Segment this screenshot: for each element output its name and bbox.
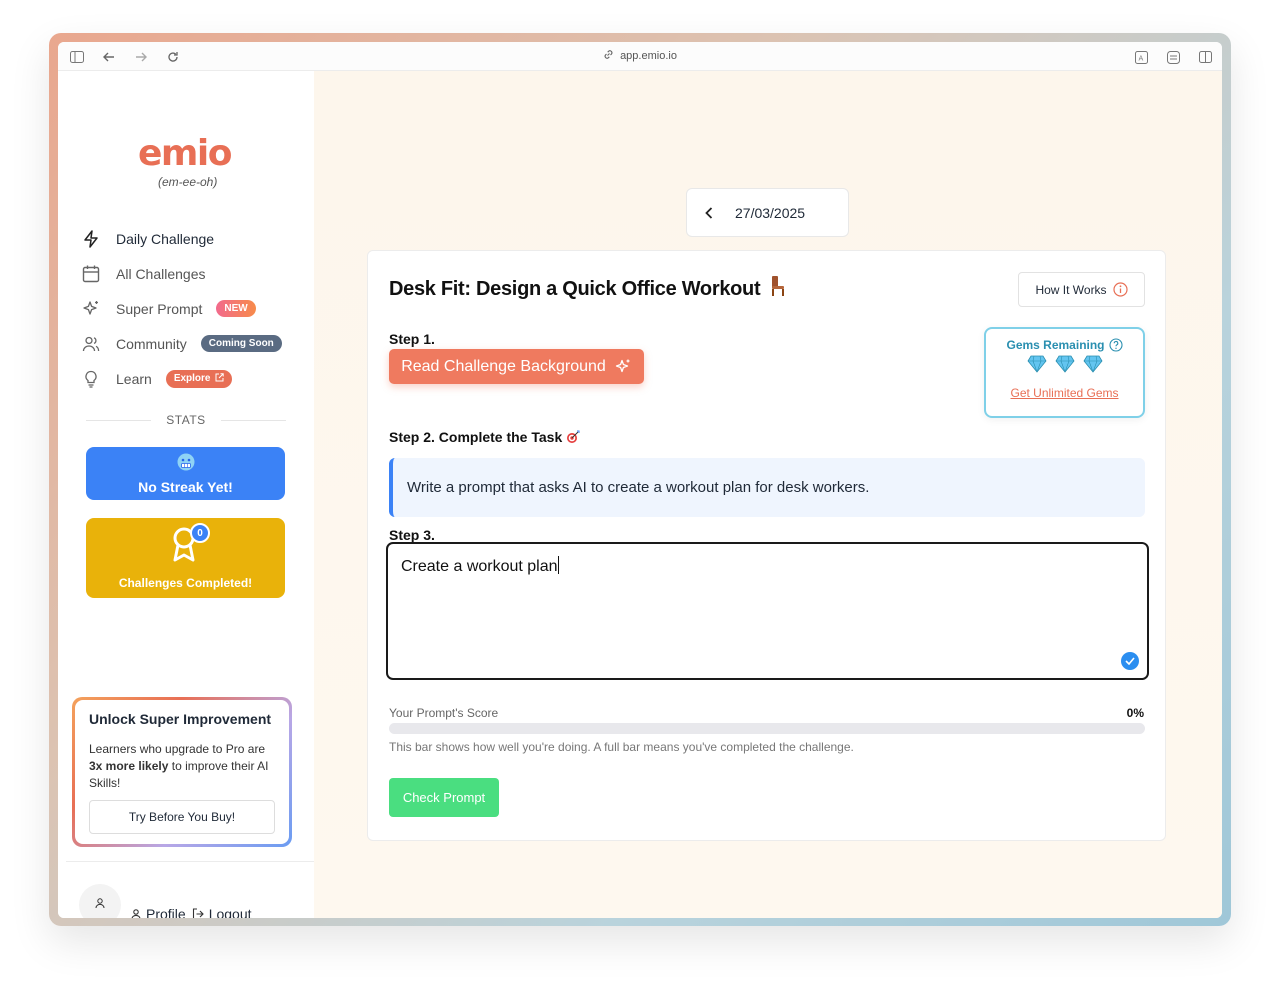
step2-label: Step 2. Complete the Task [389, 429, 580, 445]
read-background-label: Read Challenge Background [401, 357, 606, 375]
app-logo[interactable]: emio [138, 133, 233, 174]
challenges-completed-card: 0 Challenges Completed! [86, 518, 285, 598]
read-background-button[interactable]: Read Challenge Background [389, 349, 644, 384]
completed-count: 0 [190, 523, 210, 543]
sidebar-item-learn[interactable]: Learn Explore [80, 361, 310, 396]
address-bar[interactable]: app.emio.io [58, 49, 1222, 63]
sidebar: emio (em-ee-oh) Daily Challenge All Chal… [58, 71, 314, 918]
score-progress-bar [389, 723, 1145, 734]
step1-label: Step 1. [389, 331, 435, 347]
profile-icon [130, 908, 142, 918]
target-icon [566, 430, 580, 444]
help-icon[interactable] [1108, 338, 1123, 352]
lightbulb-icon [80, 368, 102, 390]
explore-badge[interactable]: Explore [165, 369, 232, 388]
browser-window: app.emio.io A emio (em-ee-oh) Daily Chal… [58, 42, 1222, 918]
stats-heading: STATS [86, 413, 286, 427]
logo-pronunciation: (em-ee-oh) [158, 175, 218, 189]
sidebar-divider [66, 861, 314, 862]
upgrade-text: Learners who upgrade to Pro are 3x more … [89, 741, 275, 792]
info-icon [1112, 282, 1128, 297]
sparkles-icon [80, 298, 102, 320]
calendar-icon [80, 263, 102, 285]
try-before-buy-button[interactable]: Try Before You Buy! [89, 800, 275, 834]
sidebar-item-daily-challenge[interactable]: Daily Challenge [80, 221, 310, 256]
frozen-face-icon [176, 452, 196, 475]
challenge-title-text: Desk Fit: Design a Quick Office Workout [389, 278, 761, 300]
sidebar-item-super-prompt[interactable]: Super Prompt NEW [80, 291, 310, 326]
score-percentage: 0% [1126, 706, 1144, 720]
browser-toolbar: app.emio.io A [58, 42, 1222, 71]
step2-label-text: Step 2. Complete the Task [389, 429, 563, 445]
upgrade-text-start: Learners who upgrade to Pro are [89, 742, 266, 756]
gem-icon [1055, 355, 1075, 378]
upgrade-text-bold: 3x more likely [89, 759, 169, 773]
logout-label: Logout [208, 906, 252, 918]
step3-label: Step 3. [389, 527, 435, 543]
avatar[interactable] [79, 884, 121, 918]
current-date: 27/03/2025 [735, 204, 806, 221]
task-description: Write a prompt that asks AI to create a … [389, 458, 1145, 517]
challenge-card: Desk Fit: Design a Quick Office Workout … [367, 250, 1166, 841]
gem-icon [1083, 355, 1103, 378]
upgrade-card: Unlock Super Improvement Learners who up… [72, 697, 292, 847]
sidebar-item-all-challenges[interactable]: All Challenges [80, 256, 310, 291]
challenges-label: Challenges Completed! [118, 576, 253, 590]
streak-label: No Streak Yet! [138, 479, 233, 495]
text-caret [557, 556, 559, 574]
gems-row [1027, 355, 1103, 378]
external-link-icon [215, 372, 224, 385]
gems-title: Gems Remaining [1006, 338, 1123, 352]
upgrade-title: Unlock Super Improvement [89, 711, 272, 727]
gems-title-text: Gems Remaining [1006, 338, 1105, 352]
gems-remaining-panel: Gems Remaining Get Unlimited Gems [984, 327, 1145, 418]
how-it-works-button[interactable]: How It Works [1018, 272, 1145, 307]
coming-soon-badge: Coming Soon [200, 335, 282, 352]
user-icon [94, 896, 106, 914]
streak-card: No Streak Yet! [86, 447, 285, 500]
gem-icon [1027, 355, 1047, 378]
how-it-works-label: How It Works [1035, 282, 1107, 297]
new-badge: NEW [216, 300, 256, 317]
link-icon [603, 49, 614, 63]
sidebar-item-community[interactable]: Community Coming Soon [80, 326, 310, 361]
sparkles-icon [614, 358, 632, 376]
main-content: 27/03/2025 Desk Fit: Design a Quick Offi… [314, 71, 1222, 918]
sidebar-item-label: Super Prompt [116, 300, 203, 317]
sidebar-nav: Daily Challenge All Challenges Super Pro… [80, 221, 310, 396]
checkmark-icon [1121, 652, 1139, 670]
chair-icon [770, 275, 786, 303]
profile-label: Profile [146, 906, 186, 918]
prompt-input-value: Create a workout plan [401, 558, 558, 575]
check-prompt-button[interactable]: Check Prompt [389, 778, 499, 817]
sidebar-item-label: Daily Challenge [116, 230, 215, 247]
sidebar-item-label: Learn [116, 370, 152, 387]
reader-icon[interactable] [1164, 48, 1182, 66]
bolt-icon [80, 228, 102, 250]
svg-text:A: A [1138, 54, 1143, 62]
get-unlimited-gems-link[interactable]: Get Unlimited Gems [1010, 386, 1118, 400]
score-label: Your Prompt's Score [389, 706, 499, 720]
sidebar-item-label: Community [116, 335, 187, 352]
users-icon [80, 333, 102, 355]
explore-label: Explore [173, 373, 211, 384]
date-navigator: 27/03/2025 [686, 188, 849, 237]
chevron-left-icon[interactable] [705, 206, 713, 219]
sidebar-item-label: All Challenges [116, 265, 206, 282]
logout-icon [192, 908, 205, 918]
translate-icon[interactable]: A [1132, 48, 1150, 66]
score-help-text: This bar shows how well you're doing. A … [389, 740, 854, 754]
logout-link[interactable]: Logout [192, 906, 252, 918]
split-view-icon[interactable] [1196, 48, 1214, 66]
challenge-title: Desk Fit: Design a Quick Office Workout [389, 275, 786, 303]
prompt-input[interactable]: Create a workout plan [386, 542, 1149, 680]
profile-link[interactable]: Profile [130, 906, 186, 918]
url-text: app.emio.io [620, 50, 677, 62]
account-links: Profile Logout [130, 906, 252, 918]
